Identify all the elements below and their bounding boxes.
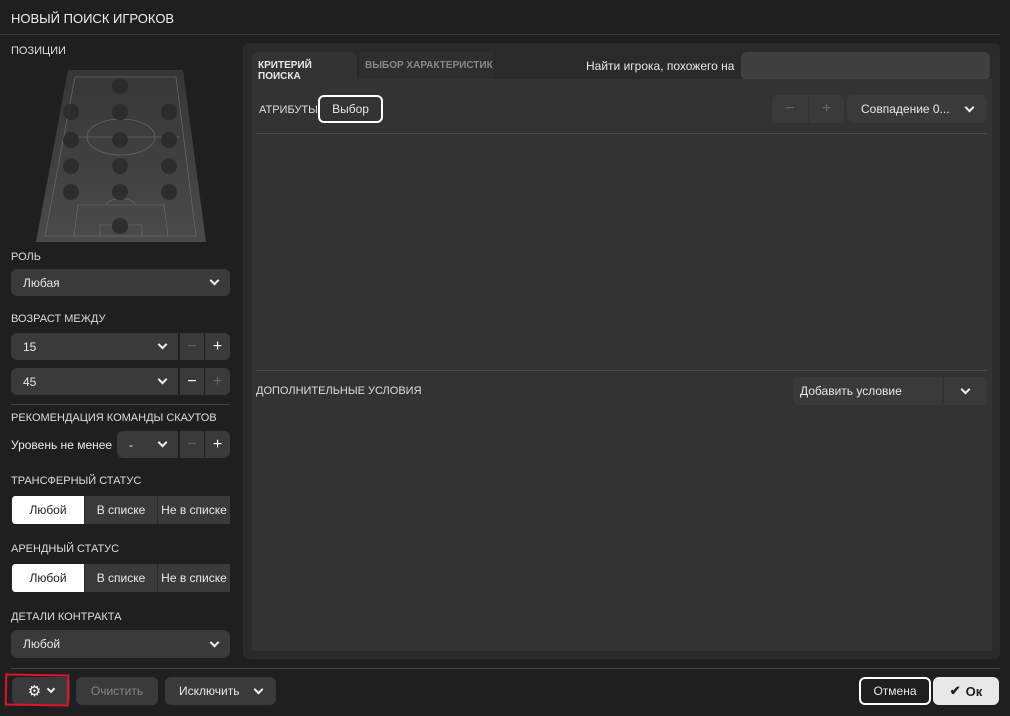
exclude-label: Исключить <box>179 684 240 698</box>
select-attributes-button[interactable]: Выбор <box>318 95 383 123</box>
chevron-down-icon <box>157 437 168 448</box>
scout-level-label: Уровень не менее <box>11 438 113 452</box>
chevron-down-icon <box>157 339 168 350</box>
age-min-dropdown[interactable]: 15 <box>11 333 178 360</box>
transfer-label: ТРАНСФЕРНЫЙ СТАТУС <box>11 475 142 487</box>
clear-button[interactable]: Очистить <box>76 677 158 705</box>
positions-label: ПОЗИЦИИ <box>11 45 66 57</box>
chevron-down-icon <box>964 102 975 112</box>
scout-level-decrement[interactable]: − <box>180 431 204 458</box>
age-max-value: 45 <box>23 374 37 389</box>
add-condition-value: Добавить условие <box>800 384 902 398</box>
ok-button[interactable]: ✔ Ок <box>933 677 999 705</box>
position-pitch[interactable] <box>30 65 215 245</box>
age-max-dropdown[interactable]: 45 <box>11 368 178 395</box>
contract-dropdown[interactable]: Любой <box>11 630 230 658</box>
attributes-label: АТРИБУТЫ <box>259 104 318 116</box>
scout-level-dropdown[interactable]: - <box>117 431 178 458</box>
scout-level-increment[interactable]: + <box>205 431 230 458</box>
match-decrement[interactable]: − <box>772 95 808 123</box>
chevron-down-icon <box>960 384 971 394</box>
transfer-listed[interactable]: В списке <box>84 496 157 524</box>
extra-conditions-label: ДОПОЛНИТЕЛЬНЫЕ УСЛОВИЯ <box>256 385 422 397</box>
match-dropdown[interactable]: Совпадение 0... <box>847 95 987 123</box>
criteria-content <box>252 79 992 651</box>
loan-any[interactable]: Любой <box>11 564 84 592</box>
chevron-down-icon <box>209 637 220 647</box>
age-max-decrement[interactable]: − <box>180 368 204 395</box>
scout-level-value: - <box>129 437 133 452</box>
role-value: Любая <box>23 275 60 290</box>
highlight-box <box>4 673 70 707</box>
transfer-status-toggle[interactable]: Любой В списке Не в списке <box>11 496 230 524</box>
loan-status-toggle[interactable]: Любой В списке Не в списке <box>11 564 230 592</box>
chevron-down-icon <box>157 374 168 385</box>
age-label: ВОЗРАСТ МЕЖДУ <box>11 313 106 325</box>
transfer-not-listed[interactable]: Не в списке <box>157 496 230 524</box>
age-max-increment[interactable]: + <box>205 368 230 395</box>
age-min-increment[interactable]: + <box>205 333 230 360</box>
role-label: РОЛЬ <box>11 251 41 263</box>
loan-listed[interactable]: В списке <box>84 564 157 592</box>
match-value: Совпадение 0... <box>861 102 950 116</box>
contract-value: Любой <box>23 637 61 651</box>
loan-not-listed[interactable]: Не в списке <box>157 564 230 592</box>
role-dropdown[interactable]: Любая <box>11 269 230 296</box>
similar-player-input[interactable] <box>741 52 990 80</box>
scout-label: РЕКОМЕНДАЦИЯ КОМАНДЫ СКАУТОВ <box>11 412 217 424</box>
ok-label: Ок <box>965 683 983 699</box>
age-min-value: 15 <box>23 339 37 354</box>
tab-attribute-selection[interactable]: ВЫБОР ХАРАКТЕРИСТИК <box>359 52 494 79</box>
exclude-button[interactable]: Исключить <box>165 677 276 705</box>
transfer-any[interactable]: Любой <box>11 496 84 524</box>
age-min-decrement[interactable]: − <box>180 333 204 360</box>
contract-label: ДЕТАЛИ КОНТРАКТА <box>11 611 122 623</box>
chevron-down-icon <box>209 275 220 286</box>
cancel-button[interactable]: Отмена <box>859 677 931 705</box>
chevron-down-icon <box>253 684 264 694</box>
match-increment[interactable]: + <box>809 95 844 123</box>
add-condition-chevron[interactable] <box>944 377 987 405</box>
dialog-title: НОВЫЙ ПОИСК ИГРОКОВ <box>11 11 175 26</box>
checkmark-icon: ✔ <box>949 683 961 698</box>
similar-player-label: Найти игрока, похожего на <box>586 59 735 73</box>
add-condition-dropdown[interactable]: Добавить условие <box>793 377 942 405</box>
loan-label: АРЕНДНЫЙ СТАТУС <box>11 543 120 555</box>
tab-search-criteria[interactable]: КРИТЕРИЙ ПОИСКА <box>252 52 357 82</box>
